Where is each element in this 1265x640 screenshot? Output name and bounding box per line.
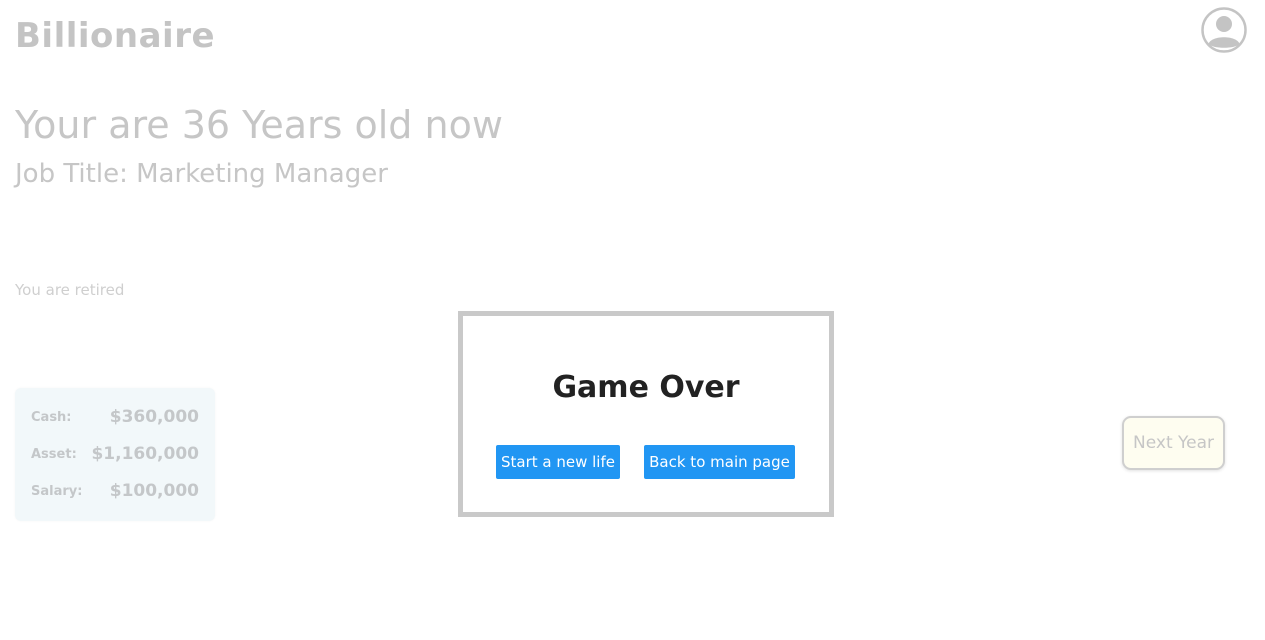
salary-label: Salary:: [31, 483, 83, 499]
salary-value: $100,000: [109, 481, 199, 501]
asset-label: Asset:: [31, 446, 77, 462]
stats-card: Cash: $360,000 Asset: $1,160,000 Salary:…: [15, 388, 215, 521]
back-to-main-page-button[interactable]: Back to main page: [644, 445, 795, 479]
user-circle-icon: [1201, 7, 1247, 53]
game-page: Billionaire Your are 36 Years old now Jo…: [0, 0, 1265, 640]
job-title-heading: Job Title: Marketing Manager: [15, 159, 388, 189]
cash-value: $360,000: [109, 407, 199, 427]
user-avatar-icon[interactable]: [1201, 7, 1247, 53]
app-logo[interactable]: Billionaire: [15, 14, 215, 58]
retirement-status: You are retired: [15, 281, 125, 299]
stat-row-asset: Asset: $1,160,000: [31, 442, 199, 466]
stat-row-salary: Salary: $100,000: [31, 479, 199, 503]
start-new-life-button[interactable]: Start a new life: [496, 445, 620, 479]
stat-row-cash: Cash: $360,000: [31, 405, 199, 429]
game-over-dialog: Game Over Start a new life Back to main …: [458, 311, 834, 517]
cash-label: Cash:: [31, 409, 72, 425]
age-heading: Your are 36 Years old now: [15, 103, 503, 147]
game-over-title: Game Over: [552, 370, 740, 405]
next-year-button[interactable]: Next Year: [1122, 416, 1225, 470]
asset-value: $1,160,000: [91, 444, 199, 464]
